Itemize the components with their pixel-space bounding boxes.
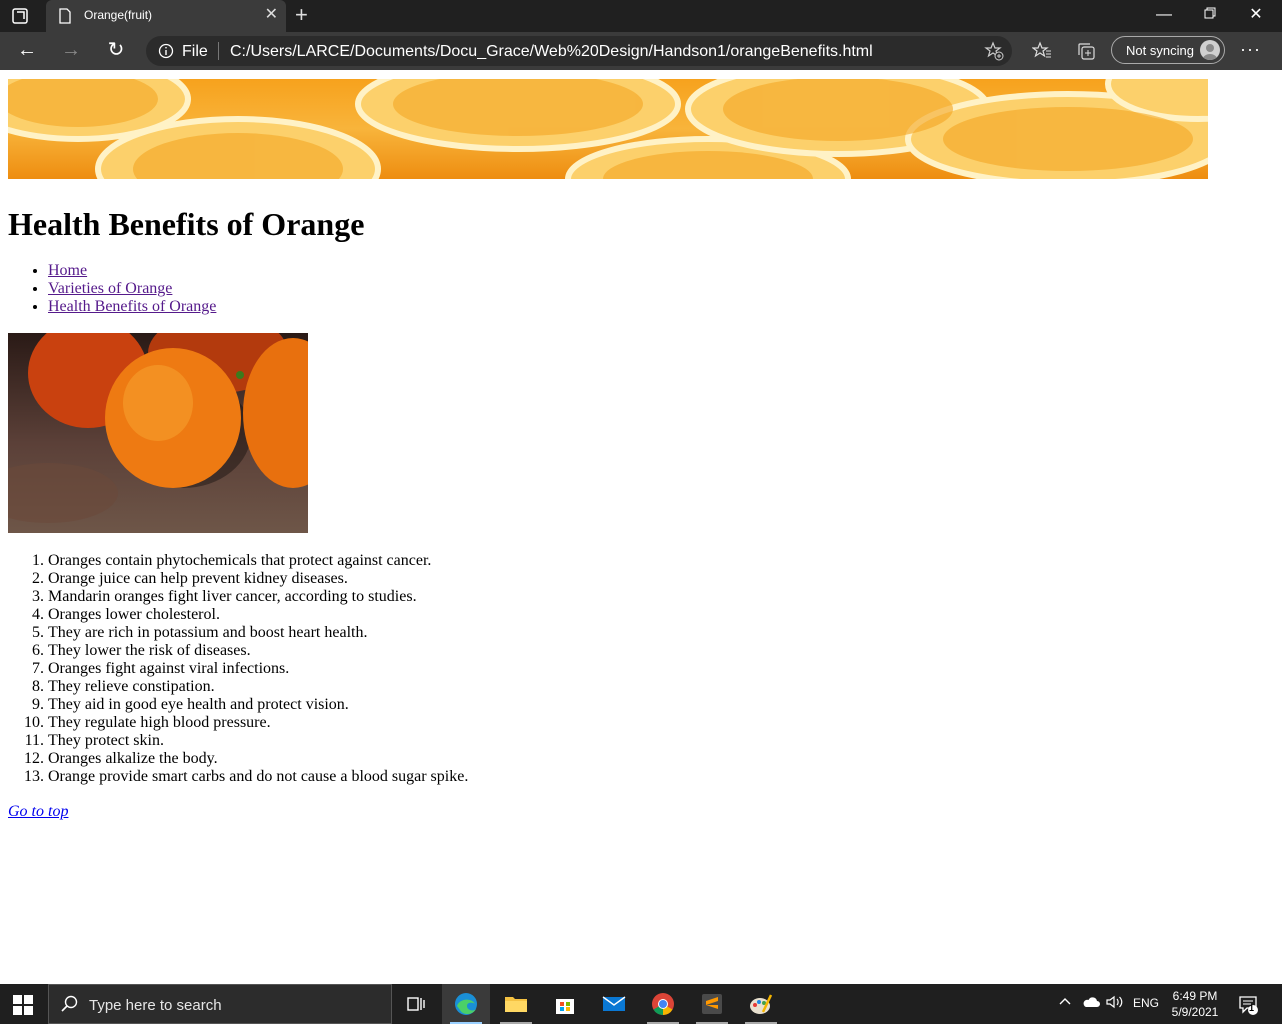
taskbar-app-paint[interactable]: [737, 984, 785, 1024]
list-item: They relieve constipation.: [48, 678, 468, 696]
notification-count: 1: [1249, 1003, 1255, 1013]
list-item: Oranges lower cholesterol.: [48, 606, 468, 624]
list-item: They are rich in potassium and boost hea…: [48, 624, 468, 642]
list-item: Orange provide smart carbs and do not ca…: [48, 768, 468, 786]
windows-taskbar: Type here to search ENG 6:49 PM 5/9/2021…: [0, 984, 1282, 1024]
nav-link-varieties[interactable]: Varieties of Orange: [48, 280, 172, 297]
taskbar-app-edge[interactable]: [442, 984, 490, 1024]
minimize-icon[interactable]: —: [1146, 5, 1182, 25]
page-title: Health Benefits of Orange: [8, 206, 365, 242]
go-to-top-link[interactable]: Go to top: [8, 803, 68, 821]
onedrive-icon[interactable]: [1082, 995, 1100, 1012]
file-explorer-icon: [504, 992, 528, 1016]
list-item: They aid in good eye health and protect …: [48, 696, 468, 714]
taskbar-search-input[interactable]: Type here to search: [48, 984, 392, 1024]
taskbar-app-mail[interactable]: [590, 984, 638, 1024]
browser-toolbar: ← → ↻ File C:/Users/LARCE/Documents/Docu…: [0, 32, 1282, 70]
more-icon[interactable]: ···: [1240, 39, 1261, 60]
nav-item: Health Benefits of Orange: [48, 298, 216, 316]
nav-item: Varieties of Orange: [48, 280, 216, 298]
address-bar[interactable]: File C:/Users/LARCE/Documents/Docu_Grace…: [146, 36, 1012, 66]
store-icon: [553, 992, 577, 1016]
list-item: They protect skin.: [48, 732, 468, 750]
task-view-button[interactable]: [392, 984, 440, 1024]
taskbar-app-chrome[interactable]: [639, 984, 687, 1024]
add-favorite-icon[interactable]: [984, 41, 1004, 66]
chevron-up-icon[interactable]: [1058, 995, 1072, 1012]
list-item: Oranges contain phytochemicals that prot…: [48, 552, 468, 570]
list-item: Orange juice can help prevent kidney dis…: [48, 570, 468, 588]
edge-icon: [454, 992, 478, 1016]
list-item: Oranges fight against viral infections.: [48, 660, 468, 678]
search-icon: [61, 995, 79, 1018]
nav-item: Home: [48, 262, 216, 280]
restore-icon[interactable]: [1192, 5, 1228, 25]
taskbar-app-file-explorer[interactable]: [492, 984, 540, 1024]
list-item: Oranges alkalize the body.: [48, 750, 468, 768]
tab-title: Orange(fruit): [84, 8, 153, 22]
browser-titlebar: Orange(fruit) ✕ + — ✕: [0, 0, 1282, 32]
search-placeholder: Type here to search: [89, 997, 222, 1014]
address-url[interactable]: C:/Users/LARCE/Documents/Docu_Grace/Web%…: [230, 43, 873, 61]
forward-icon[interactable]: →: [58, 39, 84, 63]
task-view-icon: [404, 992, 428, 1016]
close-icon[interactable]: ✕: [265, 7, 278, 23]
plus-icon[interactable]: +: [295, 4, 308, 26]
language-indicator[interactable]: ENG: [1133, 996, 1159, 1010]
page-content: Health Benefits of Orange Home Varieties…: [0, 70, 1282, 984]
address-separator: [218, 42, 219, 60]
collections-icon[interactable]: [1076, 41, 1096, 66]
back-icon[interactable]: ←: [14, 39, 40, 63]
taskbar-app-sublime[interactable]: [688, 984, 736, 1024]
clock-date: 5/9/2021: [1171, 1005, 1219, 1019]
sync-label: Not syncing: [1126, 43, 1194, 58]
list-item: Mandarin oranges fight liver cancer, acc…: [48, 588, 468, 606]
mail-icon: [602, 992, 626, 1016]
refresh-icon[interactable]: ↻: [103, 39, 129, 63]
list-item: They regulate high blood pressure.: [48, 714, 468, 732]
list-item: They lower the risk of diseases.: [48, 642, 468, 660]
windows-start-icon[interactable]: [12, 994, 34, 1021]
nav-link-health-benefits[interactable]: Health Benefits of Orange: [48, 298, 216, 315]
window-close-icon[interactable]: ✕: [1238, 5, 1274, 25]
info-icon[interactable]: [158, 43, 174, 64]
sync-button[interactable]: Not syncing: [1111, 36, 1225, 64]
page-nav: Home Varieties of Orange Health Benefits…: [8, 262, 216, 316]
active-tab[interactable]: Orange(fruit) ✕: [46, 0, 286, 32]
address-scheme-label: File: [182, 43, 208, 60]
tab-actions-icon[interactable]: [10, 6, 38, 26]
chrome-icon: [651, 992, 675, 1016]
volume-icon[interactable]: [1106, 995, 1124, 1012]
system-clock[interactable]: 6:49 PM 5/9/2021: [1168, 988, 1222, 1020]
clock-time: 6:49 PM: [1172, 989, 1218, 1003]
benefits-list: Oranges contain phytochemicals that prot…: [8, 552, 468, 786]
page-icon: [58, 8, 72, 29]
oranges-photo: [8, 333, 308, 533]
taskbar-app-store[interactable]: [541, 984, 589, 1024]
favorites-icon[interactable]: [1031, 41, 1052, 66]
paint-icon: [749, 992, 773, 1016]
orange-slices-banner: [8, 79, 1208, 179]
sublime-icon: [700, 992, 724, 1016]
profile-avatar: [1200, 40, 1220, 60]
nav-link-home[interactable]: Home: [48, 262, 87, 279]
